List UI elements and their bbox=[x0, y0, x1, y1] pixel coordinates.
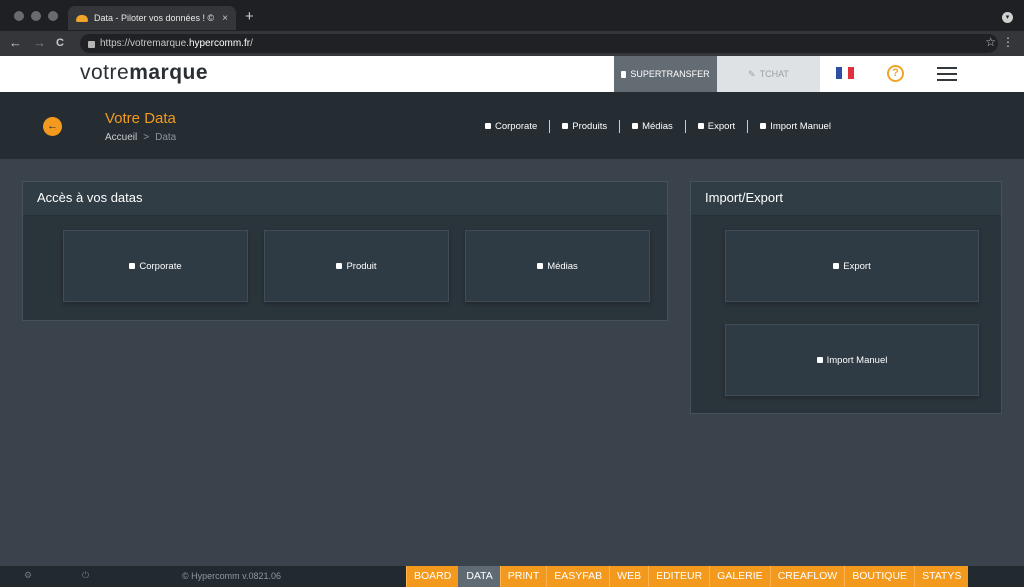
gear-icon[interactable]: ⚙ bbox=[24, 570, 32, 581]
back-nav-button[interactable]: ← bbox=[9, 35, 22, 51]
import-export-panel: Import/Export Export Import Manuel bbox=[690, 181, 1002, 414]
chart-icon bbox=[336, 263, 343, 269]
minimize-window-dot[interactable] bbox=[31, 11, 41, 21]
import-export-panel-title: Import/Export bbox=[691, 182, 1001, 216]
reload-button[interactable]: C bbox=[56, 35, 64, 51]
lock-icon bbox=[88, 41, 95, 48]
module-data[interactable]: DATA bbox=[458, 566, 500, 587]
power-icon[interactable]: ⏻ bbox=[82, 570, 89, 581]
brand-logo[interactable]: votremarque bbox=[80, 61, 208, 85]
france-flag-icon[interactable] bbox=[836, 67, 854, 79]
module-creaflow[interactable]: CREAFLOW bbox=[769, 566, 845, 587]
module-bar: BOARD DATA PRINT EASYFAB WEB EDITEUR GAL… bbox=[406, 566, 969, 587]
medias-card[interactable]: Médias bbox=[465, 230, 650, 302]
module-editeur[interactable]: EDITEUR bbox=[648, 566, 710, 587]
quicknav-medias[interactable]: Médias bbox=[620, 121, 685, 132]
browser-menu-icon[interactable]: ⋮ bbox=[1002, 35, 1014, 49]
image-icon bbox=[632, 123, 639, 129]
import-manuel-card[interactable]: Import Manuel bbox=[725, 324, 979, 396]
help-icon[interactable]: ? bbox=[887, 65, 904, 82]
box-icon bbox=[697, 123, 704, 129]
box-icon bbox=[833, 263, 840, 269]
footer: ⚙ ⏻ © Hypercomm v.0821.06 BOARD DATA PRI… bbox=[0, 566, 1024, 587]
quicknav-import-manuel[interactable]: Import Manuel bbox=[748, 121, 843, 132]
bookmark-star-icon[interactable]: ☆ bbox=[985, 35, 996, 49]
window-controls bbox=[14, 11, 58, 21]
module-web[interactable]: WEB bbox=[609, 566, 649, 587]
breadcrumb-current: Data bbox=[155, 132, 177, 143]
box-icon bbox=[816, 357, 823, 363]
tchat-button[interactable]: ✎ TCHAT bbox=[717, 56, 820, 92]
quicknav-produits[interactable]: Produits bbox=[550, 121, 619, 132]
module-galerie[interactable]: GALERIE bbox=[709, 566, 770, 587]
back-arrow-icon[interactable]: ← bbox=[43, 117, 62, 136]
quicknav-export[interactable]: Export bbox=[686, 121, 747, 132]
address-bar[interactable]: https://votremarque.hypercomm.fr/ bbox=[80, 34, 998, 53]
page-title: Votre Data bbox=[105, 110, 176, 127]
browser-tab[interactable]: Data - Piloter vos données ! © × bbox=[68, 6, 236, 30]
access-panel: Accès à vos datas Corporate Produit Médi… bbox=[22, 181, 668, 321]
new-tab-button[interactable]: + bbox=[245, 9, 254, 25]
user-icon bbox=[485, 123, 491, 129]
image-icon bbox=[537, 263, 544, 269]
chart-icon bbox=[562, 123, 569, 129]
produit-card[interactable]: Produit bbox=[264, 230, 449, 302]
quicknav-corporate[interactable]: Corporate bbox=[473, 121, 549, 132]
breadcrumb-home-link[interactable]: Accueil bbox=[105, 132, 137, 143]
supertransfer-button[interactable]: SUPERTRANSFER bbox=[614, 56, 717, 92]
corporate-card[interactable]: Corporate bbox=[63, 230, 248, 302]
breadcrumb: Accueil > Data bbox=[105, 132, 176, 143]
url-text: https://votremarque.hypercomm.fr/ bbox=[100, 38, 253, 49]
module-statys[interactable]: STATYS bbox=[914, 566, 969, 587]
export-card[interactable]: Export bbox=[725, 230, 979, 302]
tab-title: Data - Piloter vos données ! © bbox=[94, 13, 215, 23]
browser-chrome: Data - Piloter vos données ! © × + ▾ ← →… bbox=[0, 0, 1024, 56]
close-window-dot[interactable] bbox=[14, 11, 24, 21]
maximize-window-dot[interactable] bbox=[48, 11, 58, 21]
site-favicon-icon bbox=[76, 14, 88, 22]
module-print[interactable]: PRINT bbox=[499, 566, 547, 587]
quick-nav: Corporate Produits Médias Export Import … bbox=[473, 119, 843, 133]
page-header: ← Votre Data Accueil > Data Corporate Pr… bbox=[0, 92, 1024, 159]
app-header: votremarque SUPERTRANSFER ✎ TCHAT ? bbox=[0, 56, 1024, 92]
menu-icon[interactable] bbox=[937, 67, 957, 85]
breadcrumb-separator: > bbox=[143, 132, 150, 143]
module-boutique[interactable]: BOUTIQUE bbox=[844, 566, 915, 587]
access-panel-title: Accès à vos datas bbox=[23, 182, 667, 216]
copyright-text: © Hypercomm v.0821.06 bbox=[182, 571, 282, 581]
profile-dropdown-icon[interactable]: ▾ bbox=[1002, 12, 1013, 23]
module-board[interactable]: BOARD bbox=[406, 566, 459, 587]
chat-icon: ✎ bbox=[748, 68, 756, 79]
document-icon bbox=[621, 70, 627, 78]
forward-nav-button[interactable]: → bbox=[33, 35, 46, 51]
user-icon bbox=[129, 263, 136, 269]
box-icon bbox=[760, 123, 767, 129]
module-easyfab[interactable]: EASYFAB bbox=[546, 566, 610, 587]
browser-toolbar: ← → C https://votremarque.hypercomm.fr/ … bbox=[0, 31, 1024, 56]
tab-close-icon[interactable]: × bbox=[222, 13, 228, 24]
